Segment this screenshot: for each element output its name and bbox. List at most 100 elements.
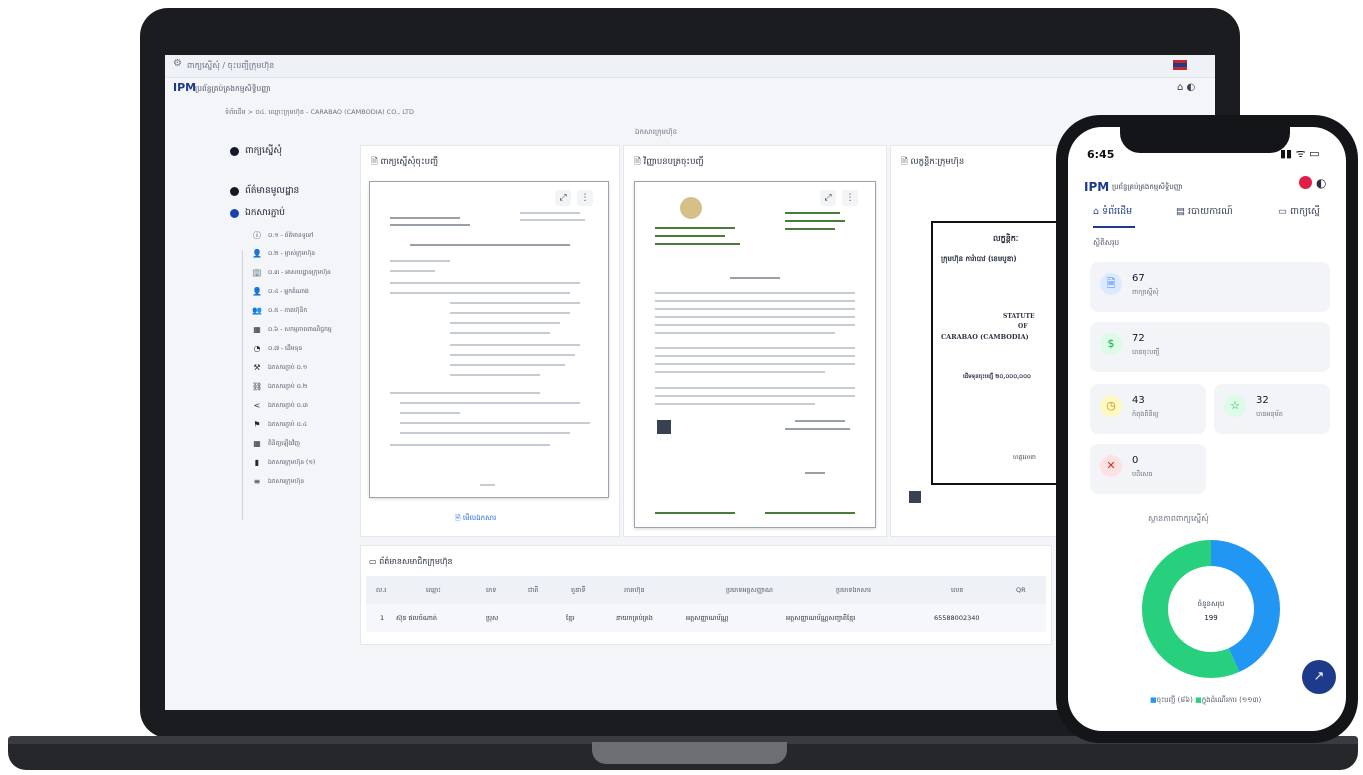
- browser-bar: ⚙ ពាក្យស្នើសុំ / ចុះបញ្ជីក្រុមហ៊ុន: [165, 55, 1215, 78]
- expand-icon[interactable]: ⤢: [820, 190, 836, 206]
- more-icon[interactable]: ⋮: [577, 190, 593, 206]
- doc-title: 🗎 លក្ខន្តិកៈក្រុមហ៊ុន: [901, 157, 965, 167]
- sidebar-item[interactable]: ◔ ០.៧ - ដើមទុន: [252, 344, 303, 353]
- stat-label: បានចុះបញ្ជី: [1132, 348, 1160, 356]
- seal-icon: [680, 197, 702, 219]
- sidebar-item[interactable]: < ឯកសារភ្ជាប់ ០.៣: [252, 401, 308, 410]
- th-name: ឈ្មោះ: [426, 586, 441, 594]
- doc-card-application: 🗎 ពាក្យស្នើសុំចុះបញ្ជី ⤢ ⋮: [360, 145, 620, 537]
- building-icon: 🏢: [252, 268, 262, 277]
- notification-icon[interactable]: [1299, 176, 1312, 189]
- statute-company-en: CARABAO (CAMBODIA): [941, 333, 1029, 341]
- stat-value: 32: [1256, 395, 1269, 406]
- url-text: ពាក្យស្នើសុំ / ចុះបញ្ជីក្រុមហ៊ុន: [187, 61, 275, 70]
- th-gender: ភេទ: [486, 586, 497, 594]
- doc-title: 🗎 វិញ្ញាបនបត្រចុះបញ្ជី: [634, 157, 704, 167]
- sidebar-item-label: ឯកសារភ្ជាប់ ០.៣: [268, 402, 308, 409]
- qr-icon: [909, 491, 921, 503]
- expand-icon[interactable]: ⤢: [555, 190, 571, 206]
- step-dot-icon: [230, 147, 239, 156]
- laptop-hinge: [592, 742, 787, 764]
- sidebar-item-label: ពិនិត្យឡើងវិញ: [268, 440, 300, 447]
- donut-center-value: 199: [1204, 614, 1217, 622]
- doc-preview[interactable]: ⤢ ⋮: [369, 181, 609, 498]
- info-icon: ⓘ: [253, 231, 261, 240]
- sidebar-item[interactable]: 👤 ០.៤ - អ្នកតំណាង: [252, 287, 309, 296]
- stat-card-applications[interactable]: 🗎 67 ពាក្យស្នើសុំ: [1090, 262, 1330, 312]
- statute-frame: លក្ខន្តិកៈ ក្រុមហ៊ុន ការ៉ាបាវ (ខេមបូឌា) …: [931, 221, 1066, 485]
- step-2[interactable]: ព័ត៌មានមូលដ្ឋាន: [230, 185, 299, 198]
- app-header: IPM ប្រព័ន្ធគ្រប់គ្រងកម្មសិទ្ធិបញ្ញា ⌂ ◐: [165, 77, 1215, 99]
- sidebar-item[interactable]: ⚒ ឯកសារភ្ជាប់ ០.១: [252, 363, 307, 372]
- statute-of: OF: [1018, 323, 1028, 330]
- step-label: ព័ត៌មានមូលដ្ឋាន: [245, 186, 300, 196]
- sidebar-item-label: ឯកសារក្រុមហ៊ុន (១): [268, 459, 316, 466]
- step-3[interactable]: ឯកសារភ្ជាប់: [230, 207, 285, 220]
- file-icon: ▮: [254, 458, 260, 467]
- header-icons[interactable]: ⌂ ◐: [1177, 82, 1195, 93]
- share-fab-button[interactable]: ↗: [1302, 660, 1336, 694]
- sidebar-item[interactable]: ≡ ឯកសារក្រុមហ៊ុន: [252, 477, 304, 486]
- legend-swatch: ■: [1195, 696, 1202, 704]
- settings-icon[interactable]: ⚙: [173, 58, 182, 69]
- language-icon[interactable]: ◐: [1316, 176, 1326, 190]
- sidebar-item[interactable]: ▮ ឯកសារក្រុមហ៊ុន (១): [252, 458, 315, 467]
- sidebar-item[interactable]: 👥 ០.៥ - ភាគហ៊ុនិក: [252, 306, 307, 315]
- more-icon[interactable]: ⋮: [842, 190, 858, 206]
- sidebar-item[interactable]: ⚑ ឯកសារភ្ជាប់ ០.៤: [252, 420, 307, 429]
- stat-card-approved[interactable]: ☆ 32 បានអនុម័ត: [1214, 384, 1330, 434]
- view-document-link[interactable]: 🗎 មើលឯកសារ: [455, 514, 496, 525]
- app-logo: IPM: [173, 81, 197, 94]
- table-header: ល.រ ឈ្មោះ ភេទ ជាតិ តួនាទី ភាគហ៊ុន ប្រភេទ…: [366, 576, 1046, 604]
- doc-preview[interactable]: ⤢ ⋮: [634, 181, 876, 528]
- td-shares: នាយកគ្រប់គ្រង: [616, 614, 653, 622]
- chart-legend: ■ចុះបញ្ជី (៨៦) ■ក្នុងដំណើរការ (១១៣): [1150, 696, 1261, 706]
- stat-label: បានអនុម័ត: [1256, 410, 1283, 418]
- close-icon: ✕: [1100, 455, 1122, 477]
- stat-card-rejected[interactable]: ✕ 0 បដិសេធ: [1090, 444, 1206, 494]
- flag-icon[interactable]: [1173, 60, 1187, 70]
- step-1[interactable]: ពាក្យស្នើសុំ: [230, 145, 282, 158]
- stat-card-registered[interactable]: $ 72 បានចុះបញ្ជី: [1090, 322, 1330, 372]
- sidebar-item[interactable]: ▦ ពិនិត្យឡើងវិញ: [252, 439, 300, 448]
- sidebar-item-label: ០.៣ - អាសយដ្ឋានក្រុមហ៊ុន: [268, 269, 331, 276]
- doc-preview[interactable]: លក្ខន្តិកៈ ក្រុមហ៊ុន ការ៉ាបាវ (ខេមបូឌា) …: [901, 181, 1066, 526]
- th-shares: ភាគហ៊ុន: [624, 586, 645, 594]
- share-icon: <: [253, 401, 261, 410]
- th-doc-type: ប្រភេទឯកសារ: [836, 586, 871, 594]
- breadcrumb[interactable]: ទំព័រដើម > ០៤. ឈ្មោះក្រុមហ៊ុន - CARABAO …: [225, 108, 414, 118]
- stat-label: កំពុងពិនិត្យ: [1132, 410, 1159, 418]
- td-name: ស៊ុន ផលចំណាត់: [396, 614, 437, 622]
- sidebar-item[interactable]: 🏢 ០.៣ - អាសយដ្ឋានក្រុមហ៊ុន: [252, 268, 331, 277]
- user-icon: 👤: [252, 287, 262, 296]
- sidebar-item-label: ០.១ - ព័ត៌មានទូទៅ: [268, 232, 314, 239]
- chart-caption: ស្ថានភាពពាក្យស្នើសុំ: [1148, 514, 1209, 523]
- tab-home[interactable]: ⌂ ទំព័រដើម: [1093, 205, 1132, 219]
- chart-icon: ◔: [253, 344, 261, 353]
- stat-card-reviewing[interactable]: ◷ 43 កំពុងពិនិត្យ: [1090, 384, 1206, 434]
- doc-title-text: វិញ្ញាបនបត្រចុះបញ្ជី: [643, 157, 704, 167]
- th-qr: QR: [1016, 586, 1026, 594]
- legend-swatch: ■: [1150, 696, 1157, 704]
- home-icon: ⌂: [1093, 206, 1100, 217]
- qr-icon: [657, 420, 671, 434]
- group-icon: 👥: [252, 306, 262, 315]
- td-number: 65588002340: [934, 614, 980, 622]
- sidebar-item[interactable]: ⛓ ឯកសារភ្ជាប់ ០.២: [252, 382, 307, 391]
- statute-label: STATUTE: [1003, 313, 1035, 320]
- sidebar-item-label: ឯកសារភ្ជាប់ ០.២: [268, 383, 308, 390]
- th-no: ល.រ: [376, 586, 387, 594]
- sidebar-item[interactable]: 👤 ០.២ - ម្ចាស់ក្រុមហ៊ុន: [252, 249, 315, 258]
- doc-title: 🗎 ពាក្យស្នើសុំចុះបញ្ជី: [371, 157, 439, 167]
- tab-applications[interactable]: ▭ ពាក្យស្នើ: [1278, 205, 1320, 219]
- stat-value: 72: [1132, 333, 1145, 344]
- tab-reports[interactable]: ▤ របាយការណ៍: [1176, 205, 1233, 219]
- step-dot-icon: [230, 187, 239, 196]
- sidebar-item[interactable]: ⓘ ០.១ - ព័ត៌មានទូទៅ: [252, 230, 313, 241]
- doc-icon: ≡: [253, 477, 261, 486]
- status-donut-chart: ចំនួនសរុប 199: [1142, 540, 1280, 678]
- sidebar-item[interactable]: ▦ ០.៦ - សកម្មភាពពាណិជ្ជកម្ម: [252, 325, 331, 334]
- th-role: តួនាទី: [571, 586, 586, 594]
- table-row[interactable]: 1 ស៊ុន ផលចំណាត់ ប្រុស ខ្មែរ នាយកគ្រប់គ្រ…: [366, 604, 1046, 632]
- stat-label: ពាក្យស្នើសុំ: [1132, 288, 1159, 296]
